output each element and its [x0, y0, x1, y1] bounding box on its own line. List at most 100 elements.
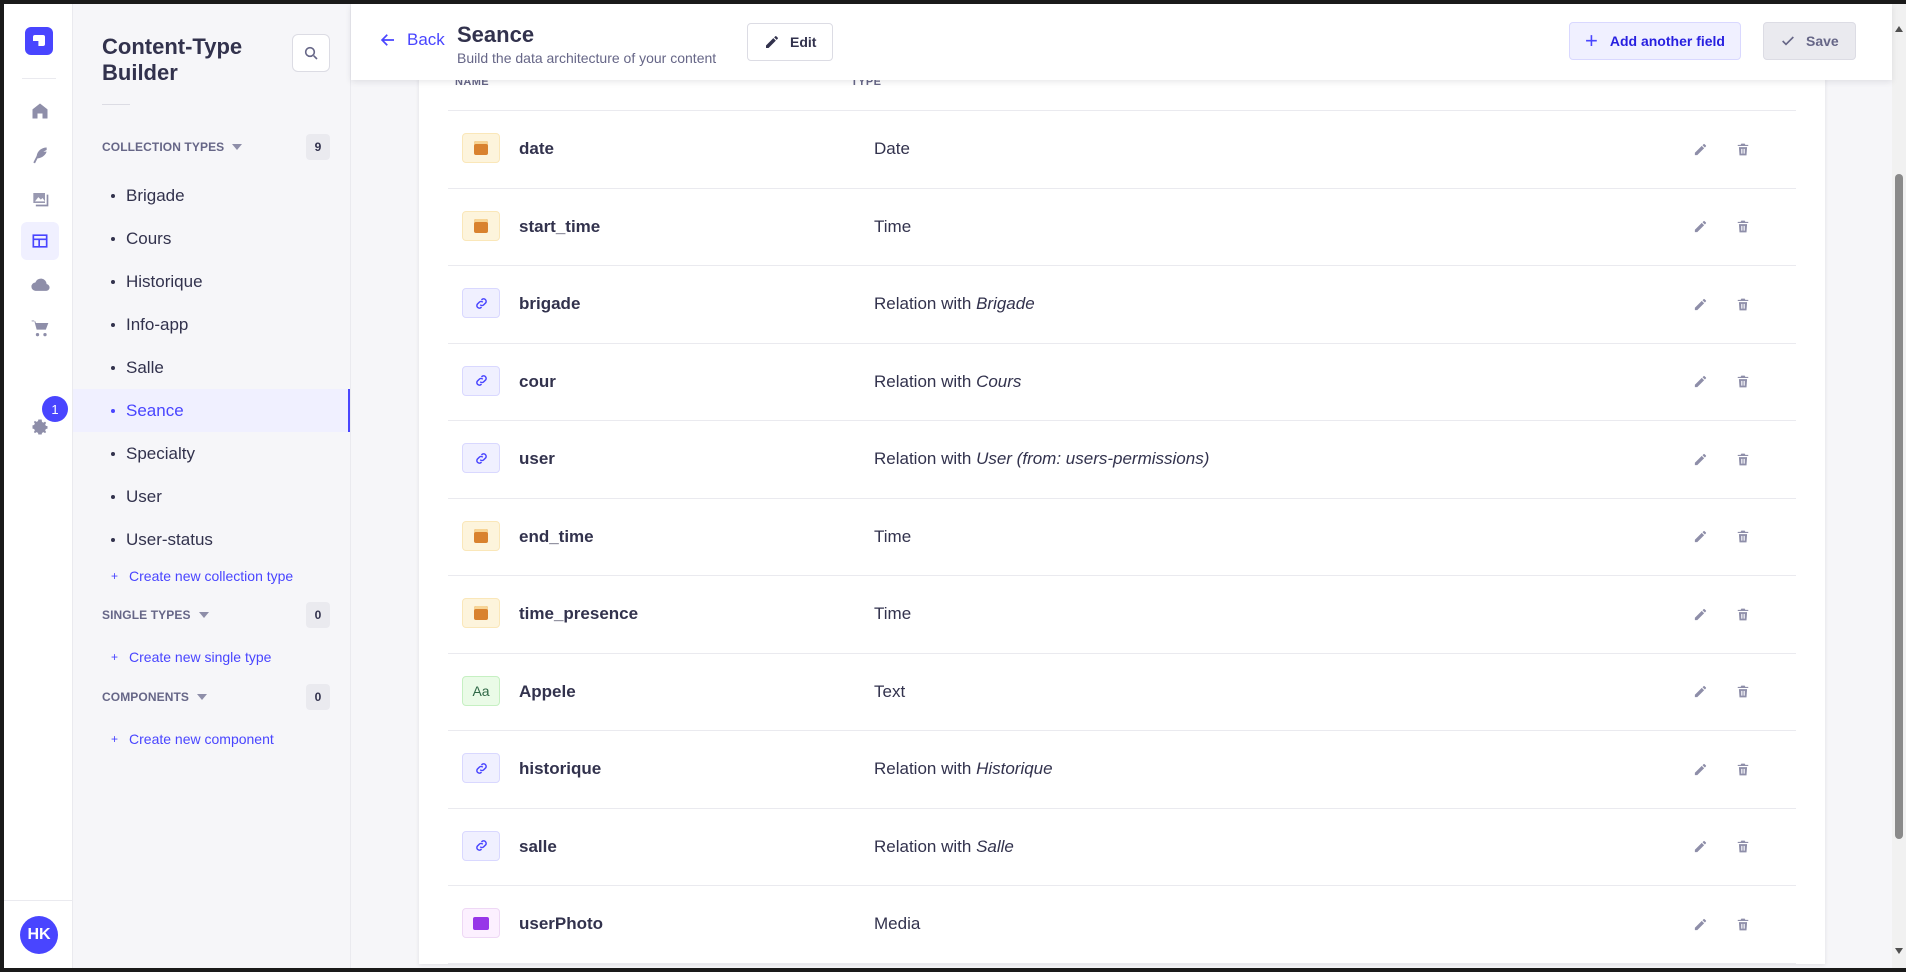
delete-field-trash-icon[interactable]: [1730, 136, 1756, 162]
field-type: Date: [874, 139, 910, 159]
bullet-icon: [111, 236, 115, 241]
create-component-link[interactable]: + Create new component: [111, 731, 274, 747]
delete-field-trash-icon[interactable]: [1730, 524, 1756, 550]
marketplace-cart-icon[interactable]: [21, 309, 59, 347]
add-another-field-button[interactable]: + Add another field: [1569, 22, 1741, 60]
field-type: Time: [874, 604, 911, 624]
field-row-end-time[interactable]: end_time Time: [448, 499, 1796, 576]
delete-field-trash-icon[interactable]: [1730, 756, 1756, 782]
scroll-down-arrow-icon[interactable]: [1895, 948, 1903, 954]
page-scrollbar[interactable]: [1892, 4, 1906, 968]
field-row-date[interactable]: date Date: [448, 111, 1796, 189]
search-button[interactable]: [292, 34, 330, 72]
caret-down-icon[interactable]: [198, 612, 209, 618]
bullet-icon: [111, 279, 115, 284]
single-types-section[interactable]: SINGLE TYPES 0: [102, 602, 330, 628]
edit-field-pencil-icon[interactable]: [1687, 911, 1713, 937]
field-row-salle[interactable]: salle Relation with Salle: [448, 809, 1796, 886]
bullet-icon: [111, 322, 115, 327]
subnav-item-label: Cours: [126, 228, 172, 248]
edit-label: Edit: [790, 34, 817, 50]
bullet-icon: [111, 408, 115, 413]
create-component-label: Create new component: [129, 731, 274, 747]
edit-field-pencil-icon[interactable]: [1687, 679, 1713, 705]
settings-notification-badge: 1: [42, 396, 68, 422]
pencil-icon: [766, 36, 778, 48]
subnav-item-specialty[interactable]: Specialty: [73, 432, 350, 475]
create-single-type-label: Create new single type: [129, 649, 272, 665]
caret-down-icon[interactable]: [197, 694, 208, 700]
field-row-user[interactable]: user Relation with User (from: users-perm…: [448, 421, 1796, 499]
subnav-item-user[interactable]: User: [73, 475, 350, 518]
field-name: end_time: [519, 526, 594, 546]
delete-field-trash-icon[interactable]: [1730, 834, 1756, 860]
cloud-icon[interactable]: [21, 266, 59, 304]
strapi-logo[interactable]: [25, 27, 53, 55]
field-type: Text: [874, 682, 905, 702]
edit-field-pencil-icon[interactable]: [1687, 446, 1713, 472]
delete-field-trash-icon[interactable]: [1730, 291, 1756, 317]
delete-field-trash-icon[interactable]: [1730, 601, 1756, 627]
scrollbar-thumb[interactable]: [1895, 174, 1903, 839]
collection-types-section[interactable]: COLLECTION TYPES 9: [102, 134, 330, 160]
caret-down-icon[interactable]: [232, 144, 243, 150]
delete-field-trash-icon[interactable]: [1730, 369, 1756, 395]
create-single-type-link[interactable]: + Create new single type: [111, 649, 271, 665]
calendar-icon: [462, 133, 500, 163]
delete-field-trash-icon[interactable]: [1730, 446, 1756, 472]
edit-field-pencil-icon[interactable]: [1687, 756, 1713, 782]
field-row-time-presence[interactable]: time_presence Time: [448, 576, 1796, 654]
subnav-item-cours[interactable]: Cours: [73, 217, 350, 260]
arrow-left-icon: [380, 34, 394, 46]
edit-field-pencil-icon[interactable]: [1687, 214, 1713, 240]
field-row-historique[interactable]: historique Relation with Historique: [448, 731, 1796, 809]
relation-link-icon: [462, 830, 500, 861]
content-type-builder-icon[interactable]: [21, 222, 59, 260]
field-row-appele[interactable]: Aa Appele Text: [448, 654, 1796, 731]
components-section[interactable]: COMPONENTS 0: [102, 684, 330, 710]
edit-field-pencil-icon[interactable]: [1687, 524, 1713, 550]
plus-icon: +: [111, 732, 119, 746]
edit-field-pencil-icon[interactable]: [1687, 834, 1713, 860]
scroll-up-arrow-icon[interactable]: [1895, 26, 1903, 32]
subnav-item-label: Specialty: [126, 443, 195, 463]
field-name: start_time: [519, 216, 601, 236]
subnav-item-salle[interactable]: Salle: [73, 346, 350, 389]
field-row-brigade[interactable]: brigade Relation with Brigade: [448, 266, 1796, 344]
create-collection-type-link[interactable]: + Create new collection type: [111, 568, 293, 584]
field-relation-target: Cours: [976, 371, 1022, 391]
subnav-item-historique[interactable]: Historique: [73, 260, 350, 303]
subnav-item-user-status[interactable]: User-status: [73, 518, 350, 561]
field-type-prefix: Relation with: [874, 836, 977, 856]
subnav-item-brigade[interactable]: Brigade: [73, 174, 350, 217]
edit-field-pencil-icon[interactable]: [1687, 369, 1713, 395]
subnav-item-seance[interactable]: Seance: [73, 389, 350, 432]
feather-icon[interactable]: [21, 136, 59, 174]
home-icon[interactable]: [21, 92, 59, 130]
edit-field-pencil-icon[interactable]: [1687, 291, 1713, 317]
field-row-start-time[interactable]: start_time Time: [448, 189, 1796, 266]
edit-field-pencil-icon[interactable]: [1687, 136, 1713, 162]
delete-field-trash-icon[interactable]: [1730, 679, 1756, 705]
subnav-item-label: Seance: [126, 400, 184, 420]
main-nav-rail: 1 HK: [4, 4, 73, 968]
subnav-item-info-app[interactable]: Info-app: [73, 303, 350, 346]
subnav-divider: [102, 104, 130, 105]
delete-field-trash-icon[interactable]: [1730, 214, 1756, 240]
delete-field-trash-icon[interactable]: [1730, 911, 1756, 937]
field-name: userPhoto: [519, 914, 604, 934]
field-name: brigade: [519, 294, 581, 314]
edit-button[interactable]: Edit: [747, 23, 834, 61]
edit-field-pencil-icon[interactable]: [1687, 601, 1713, 627]
back-link[interactable]: Back: [379, 30, 445, 50]
field-type-prefix: Relation with: [874, 371, 977, 391]
media-library-icon[interactable]: [21, 179, 59, 217]
page-header: Back Seance Build the data architecture …: [351, 4, 1892, 80]
field-row-userphoto[interactable]: userPhoto Media: [448, 886, 1796, 964]
save-button[interactable]: Save: [1763, 22, 1856, 60]
user-avatar[interactable]: HK: [20, 916, 58, 954]
fields-table-body: date Date start_time Time brigade Relation wi…: [448, 110, 1796, 964]
field-row-cour[interactable]: cour Relation with Cours: [448, 344, 1796, 421]
field-type-value: Date: [874, 139, 910, 159]
content-type-subnav: Content-Type Builder COLLECTION TYPES 9 …: [73, 4, 351, 968]
